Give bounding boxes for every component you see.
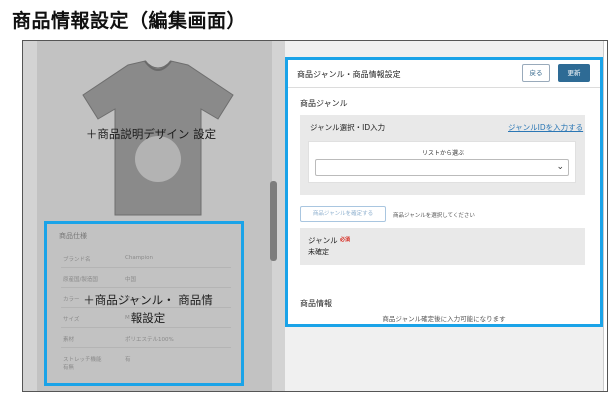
genre-select-label: ジャンル選択・ID入力 — [310, 123, 386, 132]
design-setting-label: ＋商品説明デザイン 設定 — [85, 127, 217, 141]
genre-setting-overlay[interactable]: ＋商品ジャンル・ 商品情報設定 — [83, 291, 213, 327]
form-panel: 商品ジャンル・商品情報設定 戻る 更新 商品ジャンル ジャンル選択・ID入力 ジ… — [285, 41, 607, 391]
genre-section-heading: 商品ジャンル — [300, 99, 348, 108]
back-button[interactable]: 戻る — [522, 64, 550, 82]
required-badge: 必須 — [340, 237, 351, 243]
panel-edge — [603, 41, 607, 391]
design-setting-overlay[interactable]: ＋商品説明デザイン 設定 — [81, 125, 221, 143]
screen-frame: ＋商品説明デザイン 設定 商品仕様 ブランド名 Champion 原産国/製造国… — [22, 40, 608, 392]
info-section-heading: 商品情報 — [300, 299, 332, 308]
dialog-title: 商品ジャンル・商品情報設定 — [297, 70, 401, 79]
genre-dropdown[interactable]: ⌄ — [315, 159, 569, 176]
preview-scrollbar[interactable] — [270, 181, 277, 261]
genre-info-dialog: 商品ジャンル・商品情報設定 戻る 更新 商品ジャンル ジャンル選択・ID入力 ジ… — [285, 57, 603, 327]
genre-setting-label: ＋商品ジャンル・ 商品情報設定 — [83, 293, 213, 325]
info-note: 商品ジャンル確定後に入力可能になります — [382, 315, 506, 323]
list-select-container: リストから選ぶ ⌄ — [308, 141, 576, 183]
page-title: 商品情報設定（編集画面） — [12, 10, 247, 32]
chevron-down-icon: ⌄ — [556, 162, 564, 172]
update-button[interactable]: 更新 — [558, 64, 590, 82]
header-divider — [288, 87, 600, 88]
genre-select-block: ジャンル選択・ID入力 ジャンルIDを入力する リストから選ぶ ⌄ — [300, 115, 585, 195]
list-select-label: リストから選ぶ — [421, 150, 464, 157]
genre-id-link[interactable]: ジャンルIDを入力する — [508, 122, 583, 133]
confirm-genre-button[interactable]: 商品ジャンルを確定する — [300, 206, 386, 222]
preview-panel: ＋商品説明デザイン 設定 商品仕様 ブランド名 Champion 原産国/製造国… — [23, 41, 285, 391]
genre-label: ジャンル — [308, 236, 338, 245]
genre-status-card: ジャンル 必須 未確定 — [300, 228, 585, 265]
genre-value: 未確定 — [308, 248, 329, 256]
confirm-hint: 商品ジャンルを選択してください — [393, 213, 475, 219]
